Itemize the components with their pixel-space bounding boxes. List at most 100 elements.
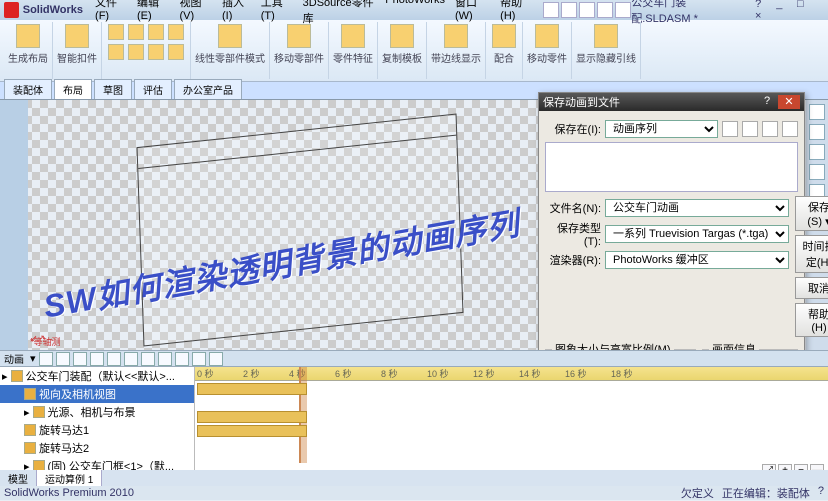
tick-18: 18 秒 <box>611 367 633 380</box>
open-icon[interactable] <box>561 2 577 18</box>
play-icon[interactable] <box>73 352 87 366</box>
file-explorer-icon[interactable] <box>809 144 825 160</box>
text-icon[interactable] <box>148 44 164 60</box>
key-bar-root[interactable] <box>197 383 307 395</box>
ribbon-grp-5[interactable]: 零件特征 <box>329 22 378 79</box>
tree-lights[interactable]: ▸光源、相机与布景 <box>0 403 194 421</box>
viewport[interactable]: SW如何渲染透明背景的动画序列 ↙↗→ *等轴测 <box>0 100 540 350</box>
document-title: 公交车门装配.SLDASM * <box>631 0 743 26</box>
dialog-help-button[interactable]: ? <box>756 95 778 109</box>
contact-icon[interactable] <box>192 352 206 366</box>
key-bar-motor2[interactable] <box>197 425 307 437</box>
calc-icon[interactable] <box>39 352 53 366</box>
tab-model[interactable]: 模型 <box>0 470 37 486</box>
key-bar-motor1[interactable] <box>197 411 307 423</box>
tree-root[interactable]: ▸公交车门装配（默认<<默认>... <box>0 367 194 385</box>
options-icon[interactable] <box>615 2 631 18</box>
bottom-tabs: 模型 运动算例 1 <box>0 470 828 486</box>
timeline: ▸公交车门装配（默认<<默认>... 视向及相机视图 ▸光源、相机与布景 旋转马… <box>0 366 828 478</box>
camera-icon <box>24 388 36 400</box>
help-button[interactable]: 帮助(H) <box>795 303 828 337</box>
view-orientation-label: *等轴测 <box>30 335 61 348</box>
ribbon-grp-15[interactable]: 显示隐藏引线 <box>572 22 641 79</box>
tick-12: 12 秒 <box>473 367 495 380</box>
help-button[interactable]: ? <box>749 0 767 10</box>
motor-icon[interactable] <box>158 352 172 366</box>
tree-motor2[interactable]: 旋转马达2 <box>0 439 194 457</box>
resources-icon[interactable] <box>809 104 825 120</box>
save-in-select[interactable]: 动画序列 <box>605 120 718 138</box>
ribbon-grp-3[interactable]: 线性零部件模式 <box>191 22 270 79</box>
up-icon[interactable] <box>742 121 758 137</box>
window-buttons: ? _ □ × <box>749 0 824 22</box>
filename-input[interactable]: 公交车门动画 <box>605 199 789 217</box>
ribbon-grp-1[interactable]: 智能扣件 <box>53 22 102 79</box>
schedule-button[interactable]: 时间排定(H) <box>795 235 828 273</box>
filetype-select[interactable]: 一系列 Truevision Targas (*.tga) <box>605 225 789 243</box>
save-in-label: 保存在(I): <box>545 121 601 137</box>
time-ruler-head[interactable]: 0 秒 2 秒 4 秒 6 秒 8 秒 10 秒 12 秒 14 秒 16 秒 … <box>195 367 828 381</box>
viewmode-icon[interactable] <box>782 121 798 137</box>
tab-layout[interactable]: 布局 <box>54 79 92 99</box>
feature-manager-collapsed[interactable] <box>0 100 28 350</box>
new-icon[interactable] <box>543 2 559 18</box>
close-button[interactable]: × <box>749 10 767 22</box>
line-icon[interactable] <box>108 24 124 40</box>
mate-icon <box>492 24 516 48</box>
arc-icon[interactable] <box>168 24 184 40</box>
status-help-icon[interactable]: ? <box>818 485 824 501</box>
save-button[interactable]: 保存(S) ▾ <box>795 196 828 231</box>
tab-assembly[interactable]: 装配体 <box>4 79 52 99</box>
ribbon-grp-13[interactable]: 配合 <box>486 22 523 79</box>
ribbon-grp-9[interactable]: 复制模板 <box>378 22 427 79</box>
filetype-label: 保存类型(T): <box>545 220 601 248</box>
motion-tree[interactable]: ▸公交车门装配（默认<<默认>... 视向及相机视图 ▸光源、相机与布景 旋转马… <box>0 367 195 478</box>
circle-icon[interactable] <box>148 24 164 40</box>
ribbon-grp-0[interactable]: 生成布局 <box>4 22 53 79</box>
spring-icon[interactable] <box>175 352 189 366</box>
tree-motor1[interactable]: 旋转马达1 <box>0 421 194 439</box>
tab-evaluate[interactable]: 评估 <box>134 79 172 99</box>
tab-sketch[interactable]: 草图 <box>94 79 132 99</box>
showhide-icon <box>594 24 618 48</box>
stop-icon[interactable] <box>90 352 104 366</box>
loop-icon[interactable] <box>124 352 138 366</box>
tree-camera[interactable]: 视向及相机视图 <box>0 385 194 403</box>
motion-toolbar: 动画 ▾ <box>0 350 828 366</box>
tab-motionstudy[interactable]: 运动算例 1 <box>37 470 102 486</box>
tick-0: 0 秒 <box>197 367 214 380</box>
save-icon[interactable] <box>579 2 595 18</box>
app-name: SolidWorks <box>23 4 83 16</box>
movepart-icon <box>535 24 559 48</box>
dialog-close-button[interactable]: ✕ <box>778 95 800 109</box>
spline-icon[interactable] <box>108 44 124 60</box>
quick-toolbar <box>543 2 631 18</box>
ribbon-sketch-tools[interactable] <box>102 22 191 79</box>
renderer-select[interactable]: PhotoWorks 缓冲区 <box>605 251 789 269</box>
rect-icon[interactable] <box>128 24 144 40</box>
status-bar: SolidWorks Premium 2010 欠定义 正在编辑：装配体 ? <box>0 486 828 500</box>
cancel-button[interactable]: 取消 <box>795 277 828 299</box>
newfolder-icon[interactable] <box>762 121 778 137</box>
min-button[interactable]: _ <box>770 0 788 10</box>
file-list-area[interactable] <box>545 142 798 192</box>
assembly-icon <box>11 370 23 382</box>
gravity-icon[interactable] <box>209 352 223 366</box>
tab-office[interactable]: 办公室产品 <box>174 79 242 99</box>
save-anim-icon[interactable] <box>141 352 155 366</box>
timeline-ruler[interactable]: 0 秒 2 秒 4 秒 6 秒 8 秒 10 秒 12 秒 14 秒 16 秒 … <box>195 367 828 478</box>
print-icon[interactable] <box>597 2 613 18</box>
play-end-icon[interactable] <box>107 352 121 366</box>
design-lib-icon[interactable] <box>809 124 825 140</box>
back-icon[interactable] <box>722 121 738 137</box>
max-button[interactable]: □ <box>791 0 809 10</box>
tick-6: 6 秒 <box>335 367 352 380</box>
ribbon-grp-10[interactable]: 带边线显示 <box>427 22 486 79</box>
view-palette-icon[interactable] <box>809 164 825 180</box>
ribbon-grp-4[interactable]: 移动零部件 <box>270 22 329 79</box>
point-icon[interactable] <box>128 44 144 60</box>
trim-icon[interactable] <box>168 44 184 60</box>
dialog-titlebar[interactable]: 保存动画到文件 ? ✕ <box>539 93 804 111</box>
ribbon-grp-14[interactable]: 移动零件 <box>523 22 572 79</box>
play-start-icon[interactable] <box>56 352 70 366</box>
